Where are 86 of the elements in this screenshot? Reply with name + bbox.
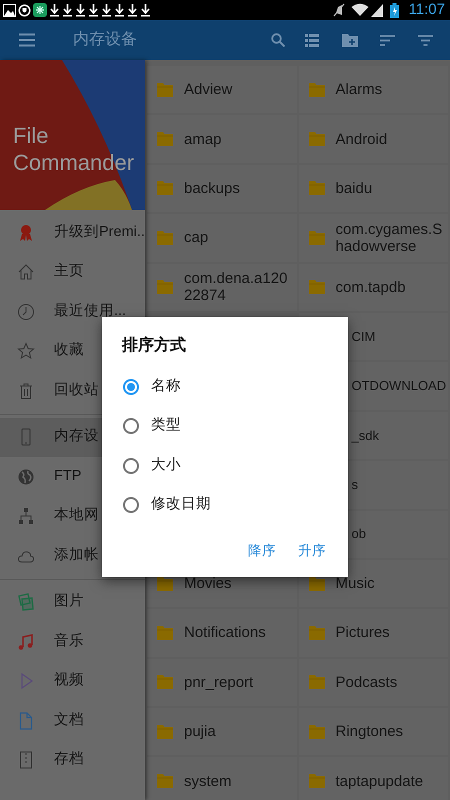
folder-item[interactable]: backups [147, 164, 296, 212]
folder-item[interactable]: Podcasts [298, 658, 448, 706]
folder-item[interactable]: system [147, 757, 296, 800]
sort-icon[interactable] [380, 34, 395, 46]
folder-icon [308, 280, 324, 294]
folder-icon [308, 626, 324, 640]
download-icon [101, 3, 112, 17]
folder-item[interactable]: Alarms [298, 66, 448, 114]
folder-item[interactable]: baidu [298, 164, 448, 212]
folder-item[interactable]: Notifications [147, 609, 296, 657]
download-icon [88, 3, 99, 17]
folder-icon [308, 230, 324, 245]
signal-icon [370, 3, 383, 17]
download-icon [62, 3, 73, 17]
folder-icon [157, 774, 173, 788]
drawer-item[interactable]: 最近使用... [0, 292, 145, 332]
download-icon [49, 3, 60, 17]
folder-icon [308, 774, 324, 788]
trash-icon [17, 382, 35, 400]
drawer-item[interactable]: 音乐 [0, 622, 145, 662]
download-icon [127, 3, 138, 17]
radio-button[interactable] [123, 497, 139, 514]
folder-item[interactable]: Pictures [298, 609, 448, 657]
folder-icon [308, 724, 324, 739]
folder-item[interactable]: Ringtones [298, 708, 448, 756]
folder-icon [157, 675, 173, 690]
new-folder-icon[interactable] [342, 34, 358, 46]
drawer-item[interactable]: 图片 [0, 582, 145, 622]
shield-icon [18, 4, 31, 16]
star-icon [17, 342, 35, 360]
network-icon [17, 507, 35, 526]
folder-icon [308, 181, 324, 196]
award-icon [17, 224, 35, 242]
app-icon [33, 3, 47, 17]
radio-button[interactable] [123, 418, 139, 434]
radio-button[interactable] [123, 378, 139, 395]
folder-item[interactable]: Android [298, 115, 448, 163]
folder-item[interactable]: com.tapdb [298, 264, 448, 311]
archive-icon [17, 751, 35, 770]
clock-icon [17, 302, 35, 321]
drawer-item[interactable]: 存档 [0, 740, 145, 780]
folder-icon [157, 280, 173, 294]
folder-icon [157, 724, 173, 739]
folder-item[interactable]: cap [147, 214, 296, 262]
download-icon [75, 3, 86, 17]
download-icon [114, 3, 125, 17]
folder-icon [157, 181, 173, 196]
folder-item[interactable]: Adview [147, 66, 296, 114]
folder-icon [308, 132, 324, 146]
pictures-icon [17, 593, 35, 612]
radio-button[interactable] [123, 458, 139, 474]
dialog-title: 排序方式 [120, 335, 187, 356]
drawer-item[interactable]: 主页 [0, 252, 145, 292]
list-view-icon[interactable] [305, 34, 319, 46]
home-icon [17, 263, 35, 282]
folder-icon [157, 576, 173, 591]
image-icon [3, 4, 16, 16]
drawer-item[interactable]: 升级到Premi... [0, 213, 145, 252]
folder-icon [157, 132, 173, 146]
folder-icon [157, 626, 173, 640]
download-icon [140, 3, 151, 17]
menu-icon[interactable] [19, 33, 35, 47]
folder-item[interactable]: taptapupdate [298, 757, 448, 800]
battery-icon [390, 2, 399, 18]
folder-item[interactable]: pnr_report [147, 658, 296, 706]
globe-icon [17, 468, 35, 486]
folder-icon [157, 82, 173, 97]
toolbar-title: 内存设备 [73, 30, 137, 50]
document-icon [17, 712, 35, 730]
drawer-item[interactable]: 文档 [0, 701, 145, 740]
wifi-icon [350, 3, 369, 17]
folder-item[interactable]: com.cygames.Shadowverse [298, 214, 448, 262]
filter-icon[interactable] [418, 34, 433, 46]
folder-item[interactable]: amap [147, 115, 296, 163]
drawer-item[interactable]: 视频 [0, 662, 145, 701]
folder-item[interactable]: pujia [147, 708, 296, 756]
search-icon[interactable] [271, 33, 285, 47]
drawer-item[interactable]: 添加帐 [0, 536, 145, 576]
folder-icon [308, 576, 324, 591]
music-note-icon [17, 632, 35, 651]
folder-icon [157, 230, 173, 245]
mute-icon [332, 3, 345, 17]
clock-time: 11:07 [408, 0, 445, 20]
folder-icon [308, 82, 324, 97]
folder-item[interactable]: com.dena.a12022874 [147, 264, 296, 311]
folder-icon [308, 675, 324, 690]
